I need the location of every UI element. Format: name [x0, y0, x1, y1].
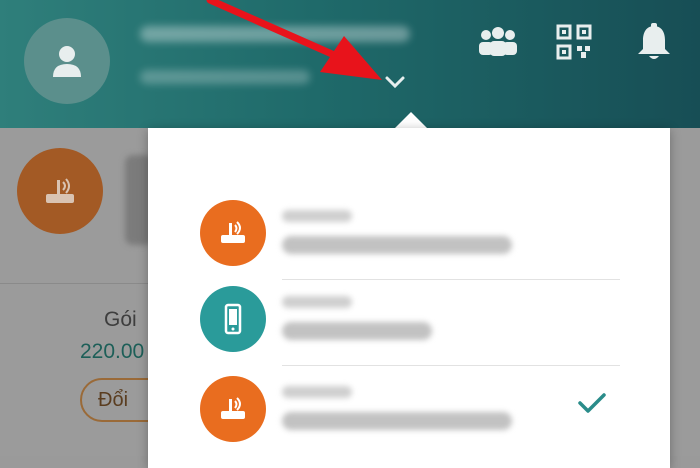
annotation-arrow-icon	[206, 0, 382, 80]
account-label-blurred	[282, 296, 352, 308]
account-avatar	[200, 200, 266, 266]
account-label-blurred	[282, 210, 352, 222]
app-header	[0, 0, 700, 128]
account-switcher-menu	[148, 128, 670, 468]
group-icon[interactable]	[474, 22, 522, 62]
package-price: 220.00	[80, 340, 145, 363]
qr-code-icon[interactable]	[552, 22, 596, 62]
router-icon	[221, 221, 245, 243]
account-id-blurred	[282, 322, 432, 340]
user-icon	[53, 46, 81, 77]
mobile-phone-icon	[224, 303, 242, 335]
router-icon	[46, 178, 74, 203]
account-id-blurred	[282, 412, 512, 430]
package-label: Gói	[104, 308, 137, 331]
bell-icon[interactable]	[632, 22, 676, 62]
account-label-blurred	[282, 386, 352, 398]
check-icon	[578, 393, 606, 413]
background-router-avatar	[17, 148, 103, 234]
account-avatar	[200, 286, 266, 352]
router-icon	[221, 397, 245, 419]
background-divider	[0, 283, 160, 284]
user-avatar[interactable]	[24, 18, 110, 104]
account-id-blurred	[282, 236, 512, 254]
account-avatar	[200, 376, 266, 442]
account-item[interactable]	[148, 266, 670, 366]
account-item[interactable]	[148, 180, 670, 280]
